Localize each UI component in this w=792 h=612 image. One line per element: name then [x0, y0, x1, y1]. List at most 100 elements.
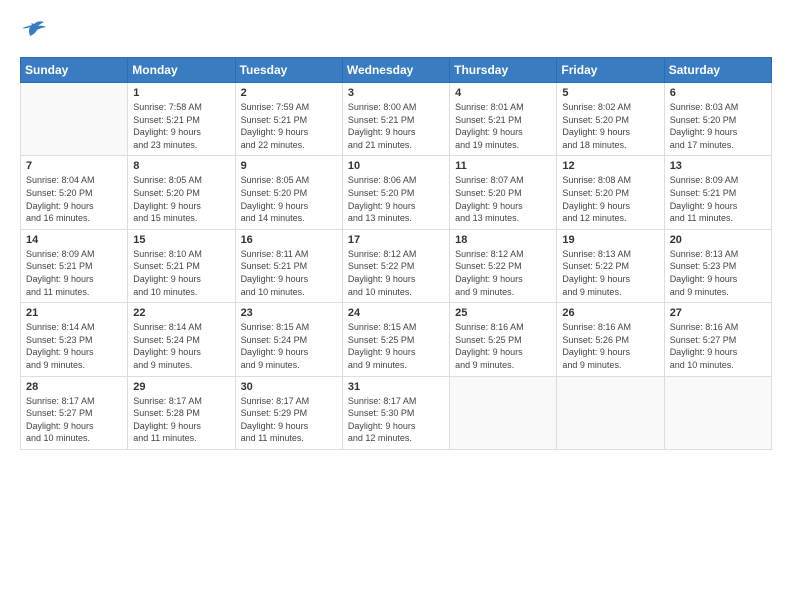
day-info: Sunrise: 8:08 AMSunset: 5:20 PMDaylight:…	[562, 174, 658, 224]
day-info: Sunrise: 8:13 AMSunset: 5:22 PMDaylight:…	[562, 248, 658, 298]
day-number: 30	[241, 381, 337, 393]
day-info: Sunrise: 8:11 AMSunset: 5:21 PMDaylight:…	[241, 248, 337, 298]
day-info: Sunrise: 8:12 AMSunset: 5:22 PMDaylight:…	[455, 248, 551, 298]
day-cell: 17 Sunrise: 8:12 AMSunset: 5:22 PMDayligh…	[342, 229, 449, 302]
day-cell: 20 Sunrise: 8:13 AMSunset: 5:23 PMDayligh…	[664, 229, 771, 302]
week-row-4: 21 Sunrise: 8:14 AMSunset: 5:23 PMDayligh…	[21, 303, 772, 376]
day-info: Sunrise: 8:15 AMSunset: 5:24 PMDaylight:…	[241, 321, 337, 371]
day-info: Sunrise: 8:06 AMSunset: 5:20 PMDaylight:…	[348, 174, 444, 224]
day-number: 10	[348, 160, 444, 172]
day-number: 20	[670, 234, 766, 246]
day-number: 2	[241, 87, 337, 99]
day-number: 17	[348, 234, 444, 246]
day-info: Sunrise: 8:16 AMSunset: 5:27 PMDaylight:…	[670, 321, 766, 371]
day-info: Sunrise: 8:16 AMSunset: 5:26 PMDaylight:…	[562, 321, 658, 371]
logo-icon	[20, 20, 48, 47]
day-cell: 15 Sunrise: 8:10 AMSunset: 5:21 PMDayligh…	[128, 229, 235, 302]
col-header-monday: Monday	[128, 58, 235, 83]
week-row-2: 7Sunrise: 8:04 AMSunset: 5:20 PMDaylight…	[21, 156, 772, 229]
day-cell: 30 Sunrise: 8:17 AMSunset: 5:29 PMDayligh…	[235, 376, 342, 449]
day-info: Sunrise: 8:04 AMSunset: 5:20 PMDaylight:…	[26, 174, 122, 224]
day-cell: 4 Sunrise: 8:01 AMSunset: 5:21 PMDaylight…	[450, 83, 557, 156]
day-cell: 29Sunrise: 8:17 AMSunset: 5:28 PMDayligh…	[128, 376, 235, 449]
day-number: 1	[133, 87, 229, 99]
day-number: 4	[455, 87, 551, 99]
day-info: Sunrise: 8:00 AMSunset: 5:21 PMDaylight:…	[348, 101, 444, 151]
day-cell: 9 Sunrise: 8:05 AMSunset: 5:20 PMDaylight…	[235, 156, 342, 229]
day-info: Sunrise: 8:12 AMSunset: 5:22 PMDaylight:…	[348, 248, 444, 298]
day-cell: 16 Sunrise: 8:11 AMSunset: 5:21 PMDayligh…	[235, 229, 342, 302]
day-cell: 22Sunrise: 8:14 AMSunset: 5:24 PMDayligh…	[128, 303, 235, 376]
day-cell: 18 Sunrise: 8:12 AMSunset: 5:22 PMDayligh…	[450, 229, 557, 302]
day-info: Sunrise: 8:05 AMSunset: 5:20 PMDaylight:…	[133, 174, 229, 224]
day-info: Sunrise: 8:09 AMSunset: 5:21 PMDaylight:…	[26, 248, 122, 298]
col-header-friday: Friday	[557, 58, 664, 83]
day-info: Sunrise: 7:59 AMSunset: 5:21 PMDaylight:…	[241, 101, 337, 151]
day-cell	[664, 376, 771, 449]
day-number: 28	[26, 381, 122, 393]
day-info: Sunrise: 8:05 AMSunset: 5:20 PMDaylight:…	[241, 174, 337, 224]
day-cell: 14Sunrise: 8:09 AMSunset: 5:21 PMDayligh…	[21, 229, 128, 302]
day-cell: 11 Sunrise: 8:07 AMSunset: 5:20 PMDayligh…	[450, 156, 557, 229]
day-cell: 1 Sunrise: 7:58 AMSunset: 5:21 PMDaylight…	[128, 83, 235, 156]
day-cell: 19 Sunrise: 8:13 AMSunset: 5:22 PMDayligh…	[557, 229, 664, 302]
day-cell: 13Sunrise: 8:09 AMSunset: 5:21 PMDayligh…	[664, 156, 771, 229]
day-number: 11	[455, 160, 551, 172]
col-header-wednesday: Wednesday	[342, 58, 449, 83]
day-number: 6	[670, 87, 766, 99]
day-info: Sunrise: 8:17 AMSunset: 5:29 PMDaylight:…	[241, 395, 337, 445]
day-cell: 7Sunrise: 8:04 AMSunset: 5:20 PMDaylight…	[21, 156, 128, 229]
day-cell: 25 Sunrise: 8:16 AMSunset: 5:25 PMDayligh…	[450, 303, 557, 376]
day-info: Sunrise: 8:09 AMSunset: 5:21 PMDaylight:…	[670, 174, 766, 224]
day-number: 25	[455, 307, 551, 319]
day-number: 9	[241, 160, 337, 172]
day-cell	[557, 376, 664, 449]
day-number: 15	[133, 234, 229, 246]
day-cell: 31Sunrise: 8:17 AMSunset: 5:30 PMDayligh…	[342, 376, 449, 449]
day-cell	[21, 83, 128, 156]
day-cell: 28 Sunrise: 8:17 AMSunset: 5:27 PMDayligh…	[21, 376, 128, 449]
day-info: Sunrise: 8:10 AMSunset: 5:21 PMDaylight:…	[133, 248, 229, 298]
day-number: 29	[133, 381, 229, 393]
day-number: 16	[241, 234, 337, 246]
col-header-saturday: Saturday	[664, 58, 771, 83]
week-row-1: 1 Sunrise: 7:58 AMSunset: 5:21 PMDaylight…	[21, 83, 772, 156]
day-number: 19	[562, 234, 658, 246]
calendar: SundayMondayTuesdayWednesdayThursdayFrid…	[20, 57, 772, 450]
day-cell: 10 Sunrise: 8:06 AMSunset: 5:20 PMDayligh…	[342, 156, 449, 229]
day-cell: 24 Sunrise: 8:15 AMSunset: 5:25 PMDayligh…	[342, 303, 449, 376]
day-info: Sunrise: 8:03 AMSunset: 5:20 PMDaylight:…	[670, 101, 766, 151]
day-cell: 2 Sunrise: 7:59 AMSunset: 5:21 PMDaylight…	[235, 83, 342, 156]
col-header-tuesday: Tuesday	[235, 58, 342, 83]
day-info: Sunrise: 8:16 AMSunset: 5:25 PMDaylight:…	[455, 321, 551, 371]
day-number: 5	[562, 87, 658, 99]
day-info: Sunrise: 8:15 AMSunset: 5:25 PMDaylight:…	[348, 321, 444, 371]
day-number: 31	[348, 381, 444, 393]
day-number: 23	[241, 307, 337, 319]
day-number: 21	[26, 307, 122, 319]
day-info: Sunrise: 7:58 AMSunset: 5:21 PMDaylight:…	[133, 101, 229, 151]
day-info: Sunrise: 8:17 AMSunset: 5:27 PMDaylight:…	[26, 395, 122, 445]
day-cell: 26 Sunrise: 8:16 AMSunset: 5:26 PMDayligh…	[557, 303, 664, 376]
day-number: 26	[562, 307, 658, 319]
page-header	[20, 20, 772, 47]
day-cell: 23 Sunrise: 8:15 AMSunset: 5:24 PMDayligh…	[235, 303, 342, 376]
day-number: 12	[562, 160, 658, 172]
day-cell	[450, 376, 557, 449]
day-number: 27	[670, 307, 766, 319]
day-number: 18	[455, 234, 551, 246]
logo	[20, 20, 52, 47]
day-number: 8	[133, 160, 229, 172]
day-info: Sunrise: 8:14 AMSunset: 5:24 PMDaylight:…	[133, 321, 229, 371]
day-number: 24	[348, 307, 444, 319]
day-info: Sunrise: 8:14 AMSunset: 5:23 PMDaylight:…	[26, 321, 122, 371]
day-cell: 12 Sunrise: 8:08 AMSunset: 5:20 PMDayligh…	[557, 156, 664, 229]
col-header-thursday: Thursday	[450, 58, 557, 83]
week-row-3: 14Sunrise: 8:09 AMSunset: 5:21 PMDayligh…	[21, 229, 772, 302]
day-info: Sunrise: 8:13 AMSunset: 5:23 PMDaylight:…	[670, 248, 766, 298]
day-info: Sunrise: 8:07 AMSunset: 5:20 PMDaylight:…	[455, 174, 551, 224]
day-cell: 3Sunrise: 8:00 AMSunset: 5:21 PMDaylight…	[342, 83, 449, 156]
day-info: Sunrise: 8:01 AMSunset: 5:21 PMDaylight:…	[455, 101, 551, 151]
day-cell: 27 Sunrise: 8:16 AMSunset: 5:27 PMDayligh…	[664, 303, 771, 376]
day-info: Sunrise: 8:02 AMSunset: 5:20 PMDaylight:…	[562, 101, 658, 151]
